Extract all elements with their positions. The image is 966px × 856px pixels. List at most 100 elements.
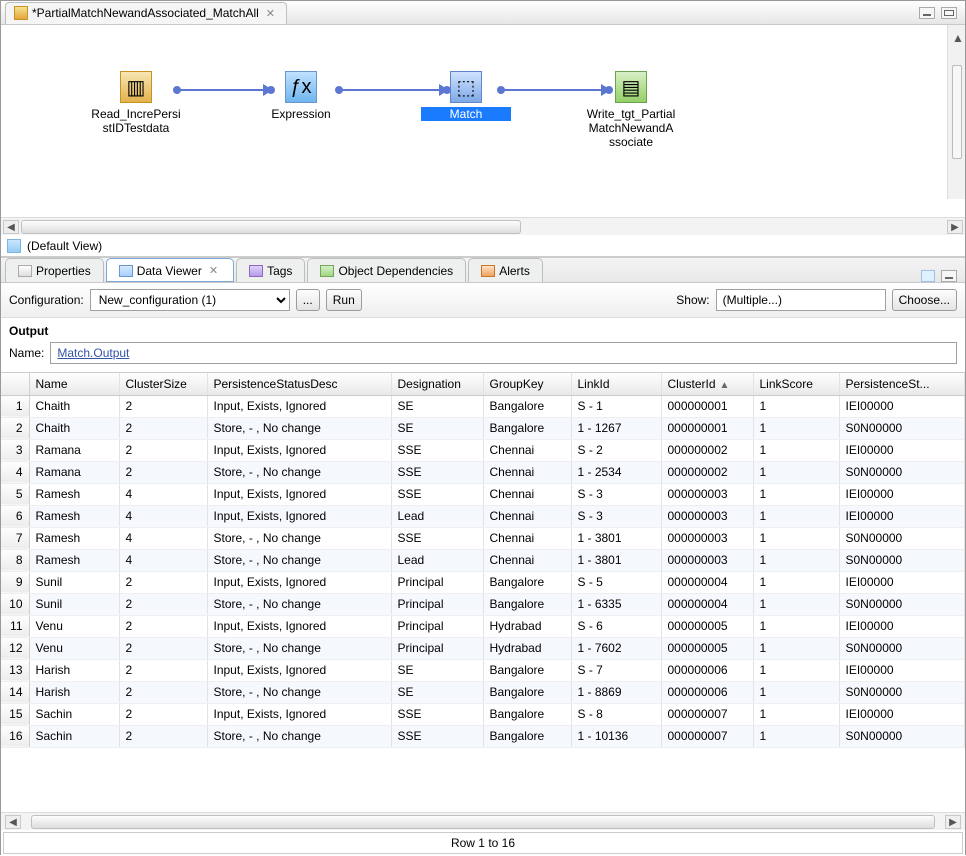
table-row[interactable]: 4Ramana2Store, - , No changeSSEChennai1 …	[1, 461, 965, 483]
node-source[interactable]: ▥ Read_IncrePersistIDTestdata	[91, 71, 181, 135]
tab-tags[interactable]: Tags	[236, 258, 305, 282]
cell: 000000001	[661, 395, 753, 417]
view-icon	[7, 239, 21, 253]
cell: 4	[119, 549, 207, 571]
cell: 000000005	[661, 637, 753, 659]
scroll-right-arrow-icon[interactable]: ▶	[945, 815, 961, 829]
column-header[interactable]: LinkId	[571, 373, 661, 395]
tab-properties[interactable]: Properties	[5, 258, 104, 282]
table-row[interactable]: 14Harish2Store, - , No changeSEBangalore…	[1, 681, 965, 703]
cell: IEI00000	[839, 395, 965, 417]
cell: S0N00000	[839, 527, 965, 549]
cell: Ramesh	[29, 505, 119, 527]
column-header[interactable]: ClusterId▲	[661, 373, 753, 395]
column-header[interactable]: GroupKey	[483, 373, 571, 395]
configuration-select[interactable]: New_configuration (1)	[90, 289, 290, 311]
cell: 000000005	[661, 615, 753, 637]
link-source-expression[interactable]	[177, 89, 263, 91]
cell: Bangalore	[483, 703, 571, 725]
scroll-thumb[interactable]	[31, 815, 935, 829]
cell: 1	[753, 615, 839, 637]
column-header[interactable]: LinkScore	[753, 373, 839, 395]
node-target[interactable]: ▤ Write_tgt_PartialMatchNewandAssociate	[586, 71, 676, 149]
cell: 000000006	[661, 681, 753, 703]
table-row[interactable]: 12Venu2Store, - , No changePrincipalHydr…	[1, 637, 965, 659]
column-header[interactable]: Name	[29, 373, 119, 395]
cell: S - 7	[571, 659, 661, 681]
cell: Chennai	[483, 483, 571, 505]
cell: 000000006	[661, 659, 753, 681]
row-number: 5	[1, 483, 29, 505]
node-expression-label: Expression	[256, 107, 346, 121]
canvas-vertical-scrollbar[interactable]: ▲	[947, 25, 965, 199]
table-row[interactable]: 8Ramesh4Store, - , No changeLeadChennai1…	[1, 549, 965, 571]
cell: 000000004	[661, 593, 753, 615]
table-row[interactable]: 16Sachin2Store, - , No changeSSEBangalor…	[1, 725, 965, 747]
table-row[interactable]: 9Sunil2Input, Exists, IgnoredPrincipalBa…	[1, 571, 965, 593]
mapping-canvas[interactable]: ▥ Read_IncrePersistIDTestdata ƒx Express…	[1, 25, 965, 235]
scroll-left-arrow-icon[interactable]: ◀	[3, 220, 19, 234]
scroll-handle[interactable]	[952, 65, 962, 159]
cell: Store, - , No change	[207, 527, 391, 549]
node-expression[interactable]: ƒx Expression	[256, 71, 346, 121]
output-name-field[interactable]	[50, 342, 957, 364]
table-row[interactable]: 3Ramana2Input, Exists, IgnoredSSEChennai…	[1, 439, 965, 461]
scroll-up-arrow-icon[interactable]: ▲	[952, 31, 964, 45]
tab-data-viewer[interactable]: Data Viewer ✕	[106, 258, 234, 282]
table-row[interactable]: 6Ramesh4Input, Exists, IgnoredLeadChenna…	[1, 505, 965, 527]
close-icon[interactable]: ✕	[263, 7, 278, 20]
tab-object-dependencies[interactable]: Object Dependencies	[307, 258, 466, 282]
table-row[interactable]: 10Sunil2Store, - , No changePrincipalBan…	[1, 593, 965, 615]
show-field[interactable]	[716, 289, 886, 311]
cell: 2	[119, 571, 207, 593]
cell: Chaith	[29, 417, 119, 439]
choose-columns-button[interactable]: Choose...	[892, 289, 957, 311]
scroll-left-arrow-icon[interactable]: ◀	[5, 815, 21, 829]
properties-icon	[18, 265, 32, 277]
default-view-label[interactable]: (Default View)	[27, 239, 102, 253]
node-source-label: Read_IncrePersistIDTestdata	[91, 107, 181, 135]
minimize-icon[interactable]	[941, 270, 957, 282]
tab-alerts[interactable]: Alerts	[468, 258, 543, 282]
cell: Lead	[391, 505, 483, 527]
browse-config-button[interactable]: ...	[296, 289, 320, 311]
cell: Input, Exists, Ignored	[207, 571, 391, 593]
grid-horizontal-scrollbar[interactable]: ◀ ▶	[1, 812, 965, 830]
output-heading: Output	[1, 318, 965, 340]
expression-icon: ƒx	[285, 71, 317, 103]
output-grid[interactable]: NameClusterSizePersistenceStatusDescDesi…	[1, 373, 965, 748]
table-row[interactable]: 2Chaith2Store, - , No changeSEBangalore1…	[1, 417, 965, 439]
node-match[interactable]: ⬚ Match	[421, 71, 511, 121]
scroll-thumb[interactable]	[21, 220, 521, 234]
canvas-horizontal-scrollbar[interactable]: ◀ ▶	[1, 217, 965, 235]
table-row[interactable]: 11Venu2Input, Exists, IgnoredPrincipalHy…	[1, 615, 965, 637]
detach-view-icon[interactable]	[921, 270, 935, 282]
cell: Store, - , No change	[207, 637, 391, 659]
cell: Sunil	[29, 571, 119, 593]
minimize-icon[interactable]	[919, 7, 935, 19]
cell: Bangalore	[483, 681, 571, 703]
cell: Input, Exists, Ignored	[207, 483, 391, 505]
close-icon[interactable]: ✕	[206, 264, 221, 277]
row-number: 10	[1, 593, 29, 615]
cell: Bangalore	[483, 571, 571, 593]
alerts-icon	[481, 265, 495, 277]
row-number: 4	[1, 461, 29, 483]
maximize-icon[interactable]	[941, 7, 957, 19]
column-header[interactable]: ClusterSize	[119, 373, 207, 395]
cell: 1	[753, 505, 839, 527]
table-row[interactable]: 15Sachin2Input, Exists, IgnoredSSEBangal…	[1, 703, 965, 725]
scroll-right-arrow-icon[interactable]: ▶	[947, 220, 963, 234]
cell: Venu	[29, 637, 119, 659]
editor-tab[interactable]: *PartialMatchNewandAssociated_MatchAll ✕	[5, 2, 287, 24]
run-button[interactable]: Run	[326, 289, 362, 311]
row-number: 16	[1, 725, 29, 747]
table-row[interactable]: 5Ramesh4Input, Exists, IgnoredSSEChennai…	[1, 483, 965, 505]
column-header[interactable]: Designation	[391, 373, 483, 395]
table-row[interactable]: 7Ramesh4Store, - , No changeSSEChennai1 …	[1, 527, 965, 549]
column-header[interactable]: PersistenceStatusDesc	[207, 373, 391, 395]
table-row[interactable]: 13Harish2Input, Exists, IgnoredSEBangalo…	[1, 659, 965, 681]
cell: 2	[119, 681, 207, 703]
column-header[interactable]: PersistenceSt...	[839, 373, 965, 395]
table-row[interactable]: 1Chaith2Input, Exists, IgnoredSEBangalor…	[1, 395, 965, 417]
